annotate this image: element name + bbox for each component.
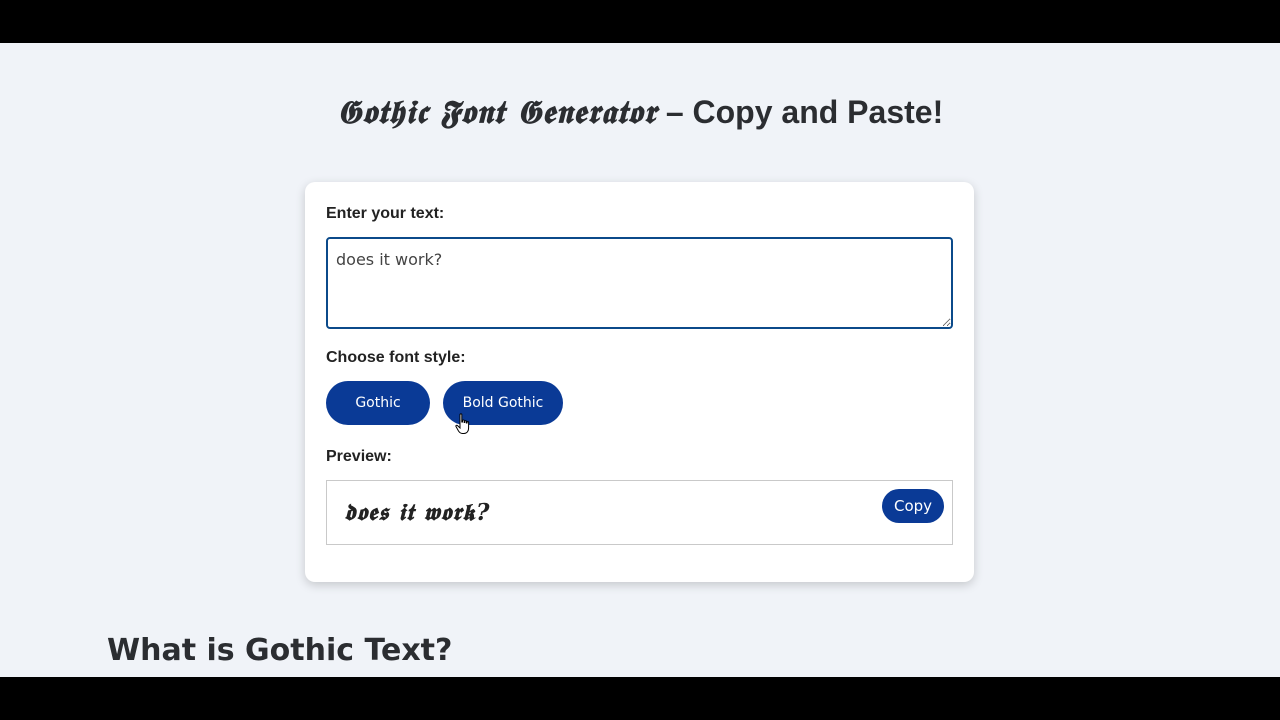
page-title-rest: – Copy and Paste! — [656, 94, 944, 130]
preview-text: 𝖉𝖔𝖊𝖘 𝖎𝖙 𝖜𝖔𝖗𝖐? — [344, 499, 491, 526]
text-input[interactable] — [326, 237, 953, 329]
page-title-gothic: 𝕲𝖔𝖙𝖍𝖎𝖈 𝕱𝖔𝖓𝖙 𝕲𝖊𝖓𝖊𝖗𝖆𝖙𝖔𝖗 — [336, 93, 657, 131]
letterbox-top — [0, 0, 1280, 43]
letterbox-bottom — [0, 677, 1280, 720]
hand-pointer-icon — [455, 413, 470, 434]
section-heading: What is Gothic Text? — [107, 633, 453, 668]
page: 𝕲𝖔𝖙𝖍𝖎𝖈 𝕱𝖔𝖓𝖙 𝕲𝖊𝖓𝖊𝖗𝖆𝖙𝖔𝖗 – Copy and Paste! … — [0, 43, 1280, 677]
preview-label: Preview: — [326, 448, 392, 465]
generator-card: Enter your text: Choose font style: Goth… — [305, 182, 974, 582]
copy-button[interactable]: Copy — [882, 489, 944, 523]
style-label: Choose font style: — [326, 349, 466, 366]
gothic-style-button[interactable]: Gothic — [326, 381, 430, 425]
preview-box: 𝖉𝖔𝖊𝖘 𝖎𝖙 𝖜𝖔𝖗𝖐? Copy — [326, 480, 953, 545]
page-title: 𝕲𝖔𝖙𝖍𝖎𝖈 𝕱𝖔𝖓𝖙 𝕲𝖊𝖓𝖊𝖗𝖆𝖙𝖔𝖗 – Copy and Paste! — [0, 93, 1280, 132]
input-label: Enter your text: — [326, 205, 445, 222]
